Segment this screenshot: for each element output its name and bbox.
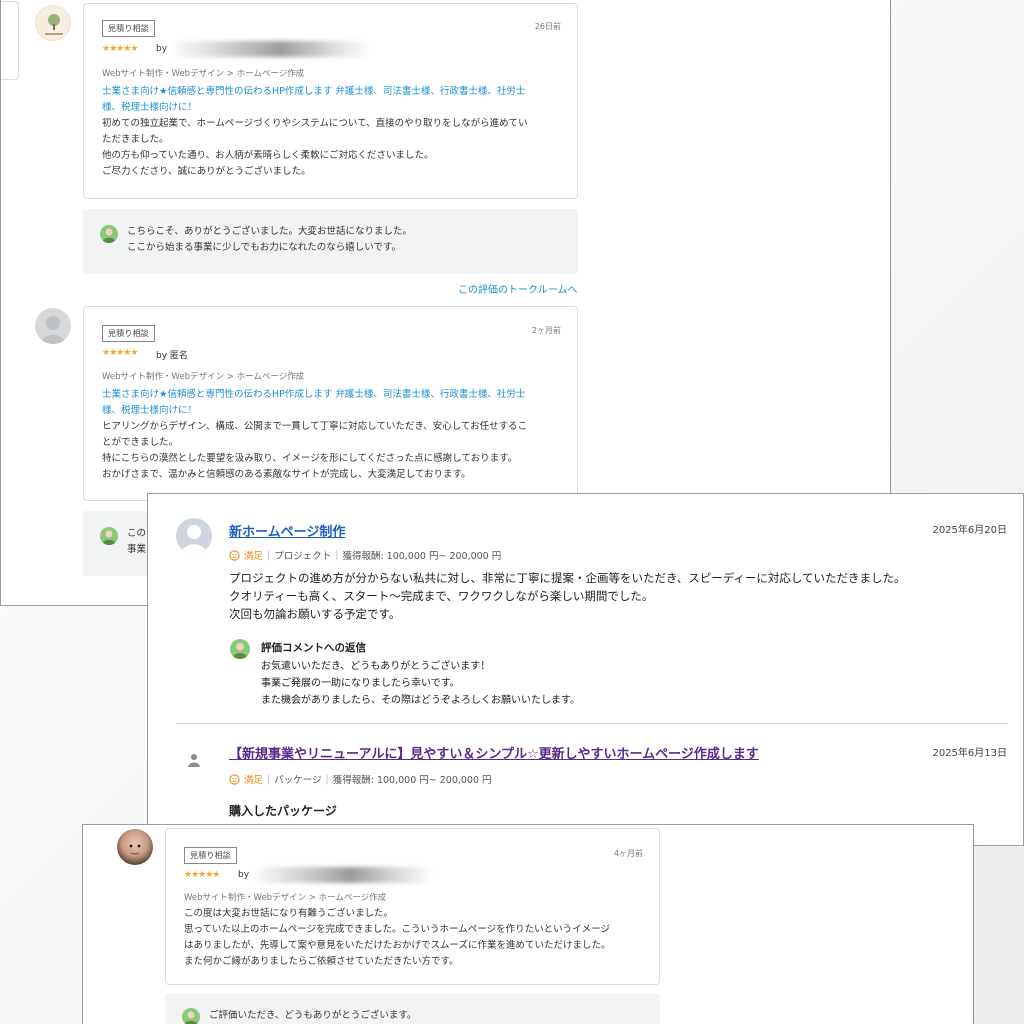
review-body: 初めての独立起業で、ホームページづくりやシステムについて、直接のやり取りをしなが…	[102, 118, 528, 177]
talkroom-link[interactable]: この評価のトークルームへ	[458, 281, 577, 296]
entry-meta: 満足 | パッケージ | 獲得報酬: 100,000 円~ 200,000 円	[229, 772, 492, 786]
review-card: 見積り相談 2ヶ月前 ★★★★★ by 匿名 Webサイト制作・Webデザイン …	[83, 306, 578, 501]
entry-type: パッケージ	[274, 775, 322, 786]
review-card: 見積り相談 26日前 ★★★★★ by Webサイト制作・Webデザイン > ホ…	[83, 3, 578, 199]
blurred-reviewer-name	[170, 41, 370, 57]
divider	[176, 723, 1008, 724]
seller-avatar	[100, 527, 118, 545]
entry-reward: 獲得報酬: 100,000 円~ 200,000 円	[332, 775, 492, 786]
user-silhouette-icon	[188, 754, 200, 767]
smile-icon	[229, 549, 240, 561]
satisfaction-label: 満足	[244, 775, 264, 786]
star-rating: ★★★★★	[102, 348, 138, 358]
reviewer-by: by	[156, 44, 168, 54]
service-link[interactable]: 士業さま向け★信頼感と専門性の伝わるHP作成します 弁護士様、司法書士様、行政書…	[102, 387, 525, 419]
star-rating: ★★★★★	[102, 44, 138, 54]
user-silhouette-icon	[40, 316, 66, 344]
review-date: 26日前	[534, 22, 561, 31]
estimate-badge: 見積り相談	[184, 847, 237, 864]
entry-type: プロジェクト	[274, 551, 332, 562]
reviewer-by: by	[238, 870, 250, 880]
entry-meta: 満足 | プロジェクト | 獲得報酬: 100,000 円~ 200,000 円	[229, 548, 501, 562]
satisfaction-label: 満足	[244, 551, 264, 562]
category-breadcrumb: Webサイト制作・Webデザイン > ホームページ作成	[184, 893, 387, 903]
category-breadcrumb: Webサイト制作・Webデザイン > ホームページ作成	[102, 69, 305, 79]
service-link[interactable]: 士業さま向け★信頼感と専門性の伝わるHP作成します 弁護士様、司法書士様、行政書…	[102, 84, 525, 116]
entry-date: 2025年6月13日	[932, 748, 1007, 759]
entry-date: 2025年6月20日	[932, 525, 1007, 536]
reviewer-avatar-default	[35, 308, 71, 344]
smile-icon	[229, 773, 240, 785]
entry-reward: 獲得報酬: 100,000 円~ 200,000 円	[342, 551, 502, 562]
seller-avatar	[100, 225, 118, 243]
seller-avatar	[230, 639, 250, 659]
seller-avatar	[182, 1008, 200, 1024]
reviewer-avatar-photo	[117, 829, 153, 865]
review-body: この度は大変お世話になり有難うございました。 思っていた以上のホームページを完成…	[184, 908, 611, 967]
review-panel-3: 見積り相談 4ヶ月前 ★★★★★ by Webサイト制作・Webデザイン > ホ…	[82, 824, 974, 1024]
face-photo	[129, 844, 141, 855]
review-date: 2ヶ月前	[531, 326, 561, 335]
side-tab	[1, 1, 19, 80]
person-icon	[102, 228, 116, 243]
reviewer-avatar-logo	[35, 5, 71, 41]
person-icon	[102, 530, 116, 545]
reviewer-by: by 匿名	[156, 351, 188, 361]
reply-box: ご評価いただき、どうもありがとうございます。	[165, 994, 660, 1024]
entry-body: プロジェクトの進め方が分からない私共に対し、非常に丁寧に提案・企画等をいただき、…	[229, 571, 906, 621]
estimate-badge: 見積り相談	[102, 20, 155, 37]
user-silhouette-icon	[181, 525, 207, 554]
person-icon	[184, 1011, 198, 1024]
review-panel-2: 新ホームページ制作 2025年6月20日 満足 | プロジェクト | 獲得報酬:…	[147, 493, 1024, 846]
logo-icon	[45, 14, 63, 35]
reply-text: ご評価いただき、どうもありがとうございます。	[209, 1010, 417, 1021]
review-body: ヒアリングからデザイン、構成、公開まで一貫して丁寧に対応していただき、安心してお…	[102, 421, 528, 480]
reply-text: この 事業	[127, 528, 147, 555]
reply-heading: 評価コメントへの返信	[261, 642, 366, 654]
package-section-heading: 購入したパッケージ	[229, 804, 337, 818]
reply-body: お気遣いいただき、どうもありがとうございます！ 事業ご発展の一助になりましたら幸…	[261, 661, 580, 706]
client-avatar	[176, 518, 212, 554]
category-breadcrumb: Webサイト制作・Webデザイン > ホームページ作成	[102, 372, 305, 382]
entry-title-link[interactable]: 新ホームページ制作	[229, 521, 345, 540]
star-rating: ★★★★★	[184, 870, 220, 880]
review-date: 4ヶ月前	[613, 849, 643, 858]
estimate-badge: 見積り相談	[102, 325, 155, 342]
entry-title-link[interactable]: 【新規事業やリニューアルに】見やすい＆シンプル☆更新しやすいホームページ作成しま…	[229, 743, 759, 762]
blurred-reviewer-name	[252, 867, 432, 883]
person-icon	[232, 642, 248, 659]
reply-text: こちらこそ、ありがとうございました。大変お世話になりました。 ここから始まる事業…	[127, 226, 413, 253]
review-card: 見積り相談 4ヶ月前 ★★★★★ by Webサイト制作・Webデザイン > ホ…	[165, 828, 660, 985]
reply-box: こちらこそ、ありがとうございました。大変お世話になりました。 ここから始まる事業…	[83, 209, 578, 274]
